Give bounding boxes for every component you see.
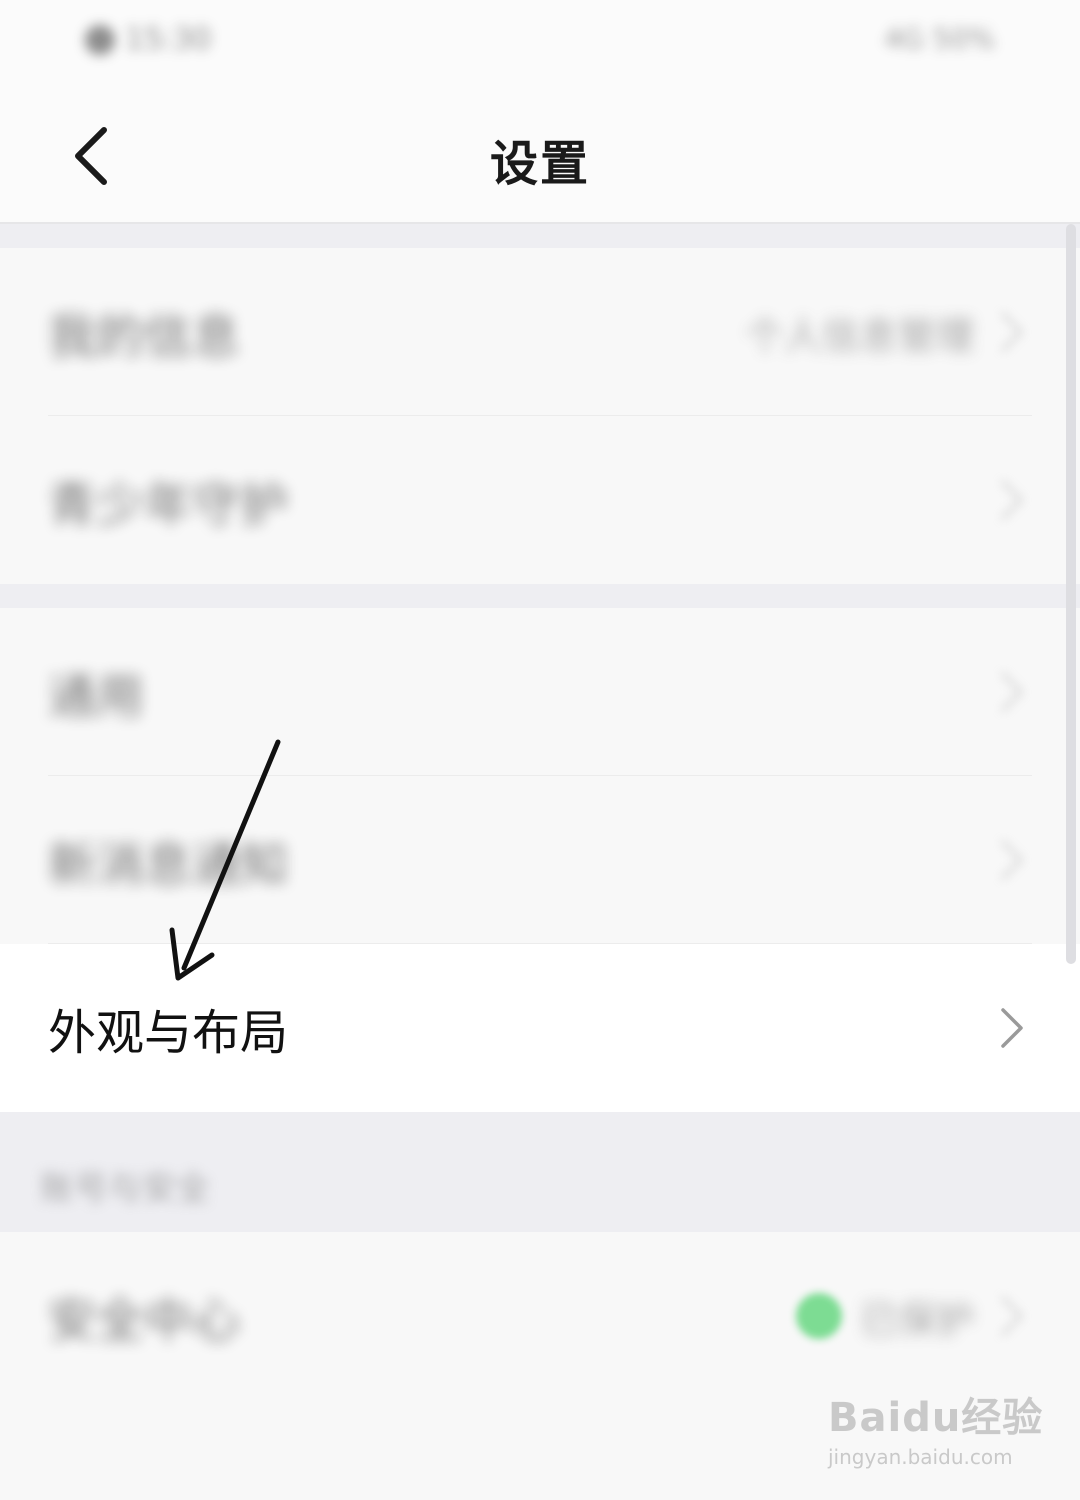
shield-status-icon <box>795 1293 842 1339</box>
settings-group-profile: 我的信息 个人信息管理 青少年守护 <box>0 248 1080 584</box>
baidu-jingyan-watermark: Baidu经验 jingyan.baidu.com <box>828 1385 1048 1475</box>
chevron-right-icon <box>992 476 1032 524</box>
chevron-right-icon <box>992 308 1032 356</box>
settings-group-appearance: 外观与布局 <box>0 944 1080 1112</box>
group-spacer <box>0 584 1080 608</box>
settings-item-my-info[interactable]: 我的信息 个人信息管理 <box>0 248 1080 416</box>
chevron-right-icon <box>992 1292 1032 1340</box>
chevron-right-icon <box>992 1004 1032 1052</box>
settings-item-label: 通用 <box>48 669 145 725</box>
status-left: 15:30 <box>85 22 211 57</box>
settings-item-general[interactable]: 通用 <box>0 608 1080 776</box>
settings-item-appearance-layout[interactable]: 外观与布局 <box>0 944 1080 1112</box>
notification-dot-icon <box>85 24 115 55</box>
watermark-url: jingyan.baidu.com <box>828 1445 1013 1469</box>
settings-item-label: 青少年守护 <box>48 477 289 533</box>
chevron-right-icon <box>992 668 1032 716</box>
security-status-text: 已保护 <box>859 1297 974 1342</box>
status-indicators: 4G 50% <box>884 22 995 55</box>
chevron-right-icon <box>992 836 1032 884</box>
settings-item-label: 我的信息 <box>48 309 241 365</box>
settings-item-security-center[interactable]: 安全中心 已保护 <box>0 1232 1080 1400</box>
settings-item-notifications[interactable]: 新消息通知 <box>0 776 1080 944</box>
settings-item-value: 个人信息管理 <box>745 313 974 358</box>
section-header-account-security: 账号与安全 <box>0 1112 1080 1232</box>
settings-item-label: 安全中心 <box>48 1293 241 1349</box>
page-title: 设置 <box>489 136 590 192</box>
nav-bar: 设置 <box>0 90 1080 224</box>
status-time: 15:30 <box>125 22 212 57</box>
settings-item-youth-guard[interactable]: 青少年守护 <box>0 416 1080 584</box>
settings-list: 我的信息 个人信息管理 青少年守护 通用 新消息通知 外观与布局 账号与安全 安… <box>0 224 1080 1500</box>
settings-screen: 15:30 4G 50% 设置 我的信息 个人信息管理 青少年守护 通用 新消息… <box>0 0 1080 1500</box>
status-bar: 15:30 4G 50% <box>0 0 1080 90</box>
settings-item-label: 外观与布局 <box>48 1005 289 1061</box>
settings-item-label: 新消息通知 <box>48 837 289 893</box>
group-spacer <box>0 224 1080 248</box>
settings-group-general: 通用 新消息通知 <box>0 608 1080 944</box>
section-header-label: 账号与安全 <box>40 1169 210 1209</box>
watermark-logo: Baidu经验 <box>828 1395 1044 1441</box>
scrollbar[interactable] <box>1066 224 1076 964</box>
